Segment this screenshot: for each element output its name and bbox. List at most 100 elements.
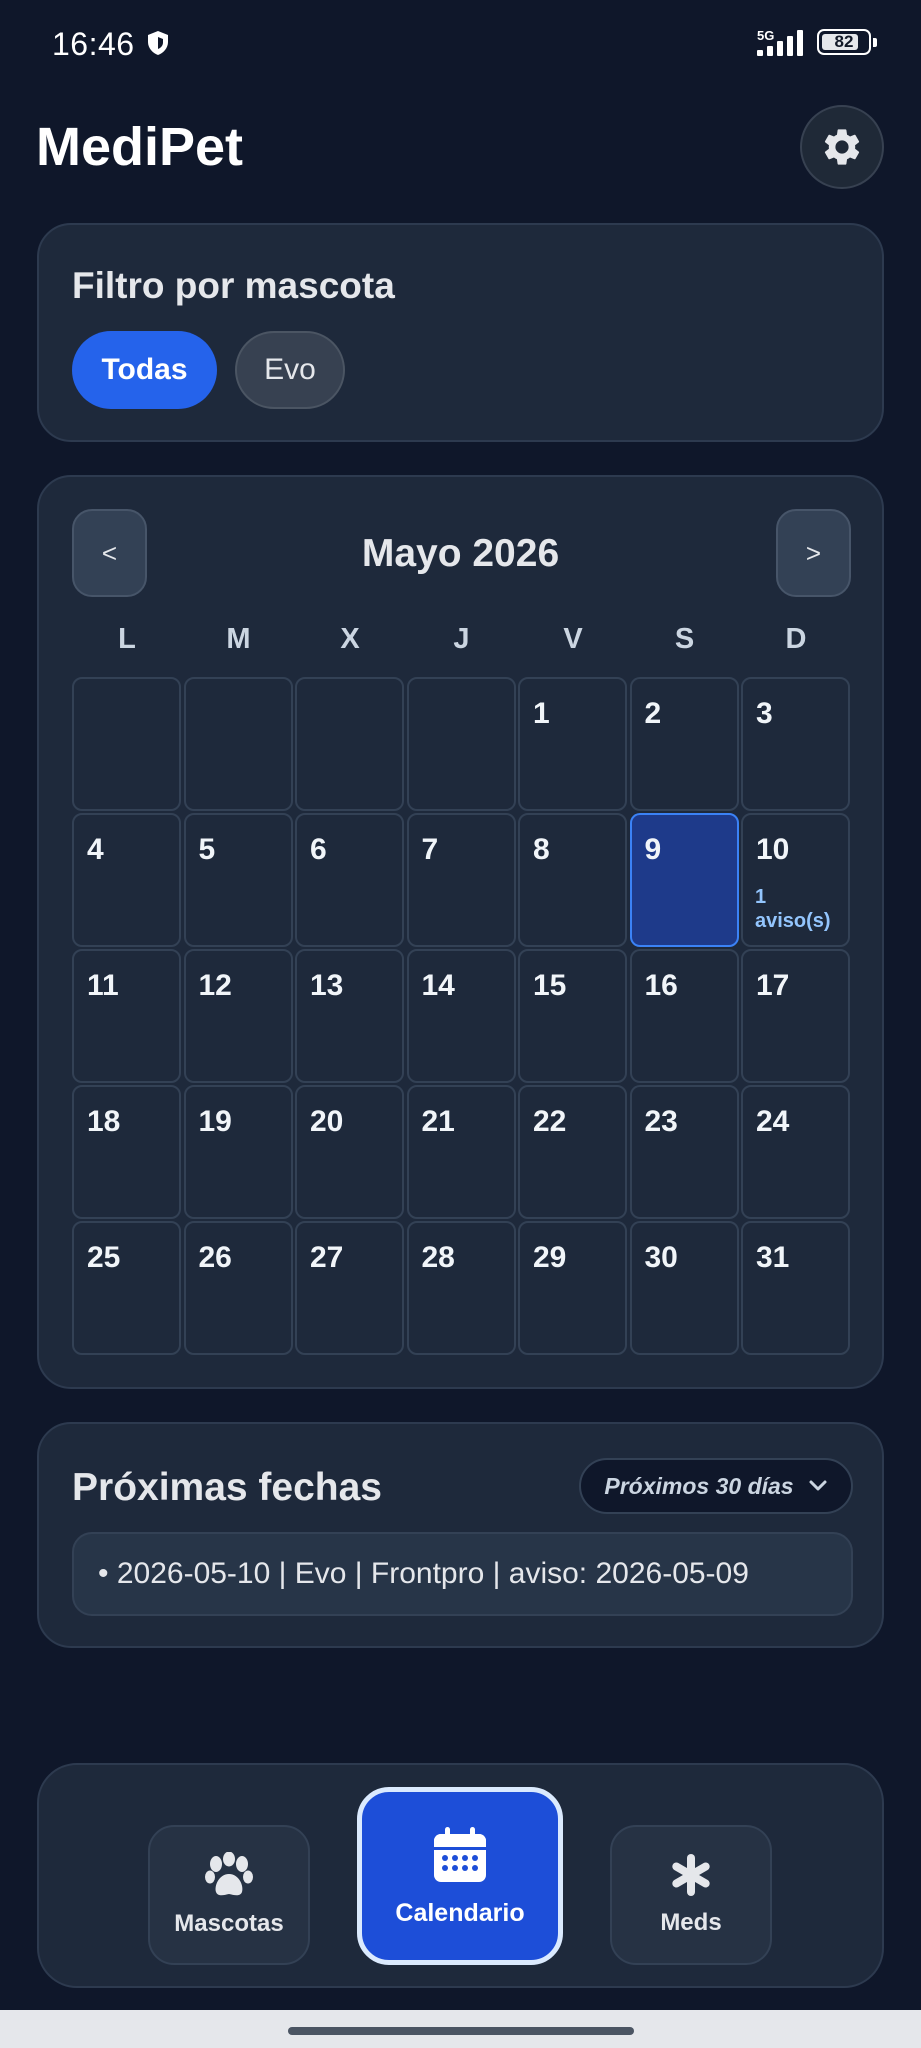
- day-cell-16[interactable]: 16: [629, 949, 739, 1083]
- day-number: 21: [421, 1105, 455, 1138]
- day-number: 20: [310, 1105, 344, 1138]
- calendar-icon: [434, 1826, 486, 1882]
- weekday-label: V: [563, 623, 583, 655]
- signal-bar: [797, 30, 803, 56]
- signal-bar: [757, 50, 763, 56]
- network-type: 5G: [757, 28, 775, 43]
- day-cell-8[interactable]: 8: [518, 813, 627, 947]
- day-cell-13[interactable]: 13: [295, 949, 404, 1083]
- day-cell-19[interactable]: 19: [183, 1085, 293, 1219]
- day-number: 23: [644, 1105, 678, 1138]
- status-bar: 16:46 5G 82: [0, 0, 921, 90]
- day-number: 29: [533, 1241, 567, 1274]
- day-cell-17[interactable]: 17: [741, 949, 850, 1083]
- day-cell-23[interactable]: 23: [629, 1085, 739, 1219]
- day-number: 24: [756, 1105, 790, 1138]
- home-gesture-bar[interactable]: [288, 2027, 634, 2035]
- nav-tab-mascotas-label: Mascotas: [174, 1910, 284, 1937]
- day-number: 7: [421, 833, 439, 866]
- signal-bar: [777, 41, 783, 56]
- filter-chip-evo[interactable]: Evo: [235, 331, 345, 409]
- battery-icon: 82: [817, 29, 877, 55]
- settings-button[interactable]: [800, 105, 884, 189]
- upcoming-dates-card: Próximas fechas Próximos 30 días • 2026-…: [37, 1422, 884, 1648]
- day-number: 5: [198, 833, 216, 866]
- day-cell-27[interactable]: 27: [295, 1221, 404, 1355]
- day-number: 27: [310, 1241, 344, 1274]
- status-indicators: 5G 82: [755, 26, 877, 58]
- day-cell-28[interactable]: 28: [406, 1221, 516, 1355]
- battery-level: 82: [834, 32, 854, 51]
- day-cell-21[interactable]: 21: [406, 1085, 516, 1219]
- day-number: 18: [87, 1105, 121, 1138]
- day-cell-29[interactable]: 29: [518, 1221, 627, 1355]
- day-number: 25: [87, 1241, 121, 1274]
- day-number: 8: [533, 833, 550, 866]
- gear-icon: [824, 129, 860, 165]
- day-number: 30: [644, 1241, 678, 1274]
- day-cell-9[interactable]: 9: [629, 813, 739, 947]
- day-cell-10[interactable]: 10 1 aviso(s): [741, 813, 850, 947]
- day-cell-14[interactable]: 14: [406, 949, 516, 1083]
- gesture-area: [0, 2010, 921, 2048]
- day-cell-3[interactable]: 3: [741, 677, 850, 811]
- day-cell-6[interactable]: 6: [295, 813, 404, 947]
- next-month-button[interactable]: >: [776, 509, 851, 597]
- nav-tab-meds[interactable]: Meds: [610, 1825, 772, 1965]
- weekday-label: M: [226, 623, 251, 655]
- day-number: 13: [310, 969, 344, 1002]
- range-select[interactable]: Próximos 30 días: [579, 1458, 853, 1514]
- day-number: 2: [644, 697, 662, 730]
- weekday-label: J: [453, 623, 470, 655]
- day-cell-5[interactable]: 5: [183, 813, 293, 947]
- weekday-label: D: [785, 623, 807, 655]
- day-cell-1[interactable]: 1: [518, 677, 627, 811]
- weekday-label: L: [118, 623, 136, 655]
- paw-icon: [205, 1852, 253, 1896]
- signal-bar: [787, 36, 793, 56]
- day-cell-25[interactable]: 25: [72, 1221, 181, 1355]
- day-number: 1: [533, 697, 550, 730]
- day-number: 22: [533, 1105, 567, 1138]
- nav-tab-calendario[interactable]: Calendario: [357, 1787, 563, 1965]
- day-number: 6: [310, 833, 327, 866]
- asterisk-icon: [672, 1854, 710, 1896]
- weekday-label: S: [674, 623, 695, 655]
- day-cell-24[interactable]: 24: [741, 1085, 850, 1219]
- nav-tab-calendario-label: Calendario: [395, 1898, 525, 1927]
- month-label: Mayo 2026: [361, 532, 560, 575]
- weekday-label: X: [340, 623, 360, 655]
- day-cell-18[interactable]: 18: [72, 1085, 181, 1219]
- day-cell-12[interactable]: 12: [183, 949, 293, 1083]
- bottom-nav: Mascotas Calendario Meds: [37, 1763, 884, 1988]
- day-cell-7[interactable]: 7: [406, 813, 516, 947]
- day-number: 10: [756, 833, 790, 866]
- day-cell-15[interactable]: 15: [518, 949, 627, 1083]
- day-number: 16: [644, 969, 678, 1002]
- calendar-card: < Mayo 2026 > LMXJVSD 1 2 3 4 5 6 7 8 9 10 1 aviso…: [37, 475, 884, 1389]
- app-title: MediPet: [36, 117, 244, 177]
- nav-tab-mascotas[interactable]: Mascotas: [148, 1825, 310, 1965]
- signal-icon: 5G: [755, 26, 807, 58]
- day-cell-2[interactable]: 2: [629, 677, 739, 811]
- day-cell-26[interactable]: 26: [183, 1221, 293, 1355]
- day-cell-empty: [406, 677, 516, 811]
- day-number: 9: [644, 833, 662, 866]
- day-reminder-count: 1 aviso(s): [755, 886, 831, 932]
- day-cell-20[interactable]: 20: [295, 1085, 404, 1219]
- day-cell-4[interactable]: 4: [72, 813, 181, 947]
- upcoming-item[interactable]: • 2026-05-10 | Evo | Frontpro | aviso: 2…: [72, 1532, 853, 1616]
- range-select-label: Próximos 30 días: [604, 1472, 794, 1499]
- day-number: 19: [198, 1105, 232, 1138]
- day-cell-22[interactable]: 22: [518, 1085, 627, 1219]
- shield-icon: [148, 31, 168, 55]
- filter-chip-all[interactable]: Todas: [72, 331, 217, 409]
- day-cell-31[interactable]: 31: [741, 1221, 850, 1355]
- day-cell-30[interactable]: 30: [629, 1221, 739, 1355]
- upcoming-title: Próximas fechas: [72, 1466, 383, 1509]
- day-cell-11[interactable]: 11: [72, 949, 181, 1083]
- day-number: 17: [756, 969, 790, 1002]
- app-screen: 16:46 5G 82 MediPet Filtro por mascota T…: [0, 0, 921, 2048]
- status-time: 16:46: [52, 26, 135, 62]
- filter-title: Filtro por mascota: [72, 265, 395, 306]
